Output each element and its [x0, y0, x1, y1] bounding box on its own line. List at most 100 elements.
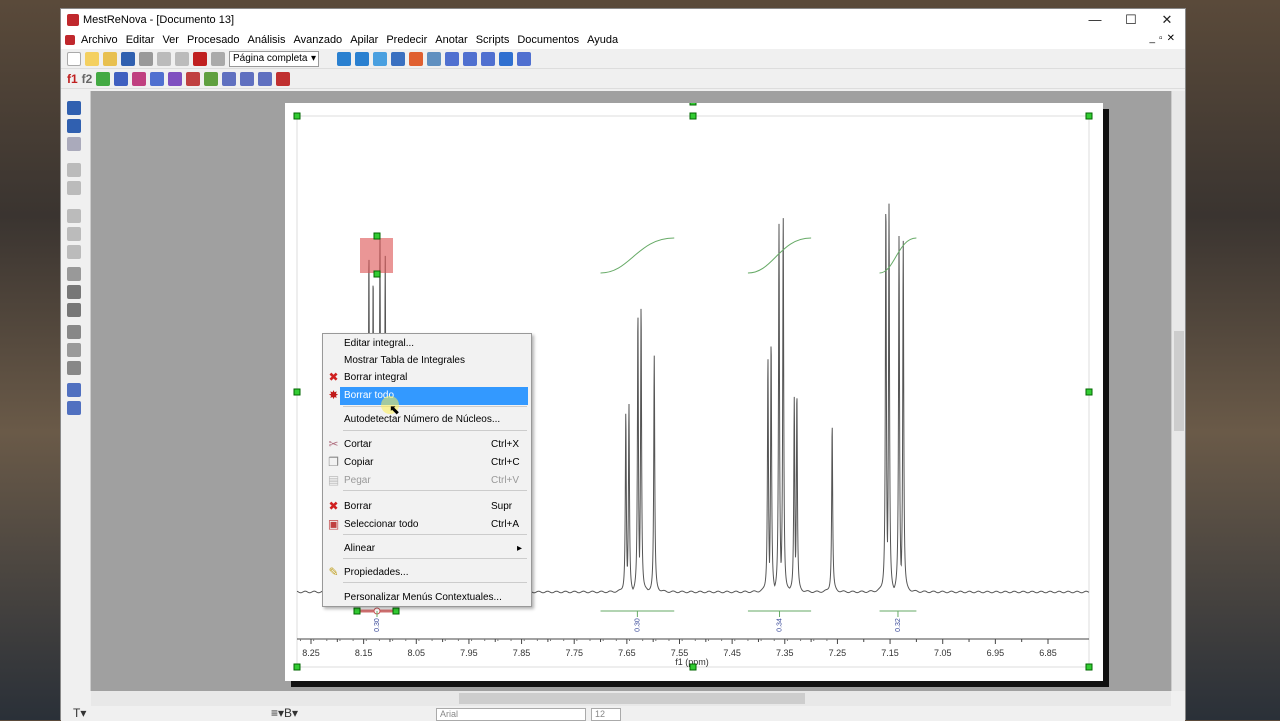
vertical-scrollbar[interactable]: [1171, 91, 1185, 691]
menu-item-personalizar-menús-contextuales[interactable]: Personalizar Menús Contextuales...: [323, 589, 531, 607]
integrate-icon[interactable]: [481, 51, 495, 66]
fit-icon[interactable]: [373, 51, 387, 66]
menu-anotar[interactable]: Anotar: [435, 34, 467, 46]
copy-icon[interactable]: [175, 51, 189, 66]
print-icon[interactable]: [139, 51, 153, 66]
menu-editar[interactable]: Editar: [126, 34, 155, 46]
menu-item-copiar[interactable]: ❐ Copiar Ctrl+C: [323, 454, 531, 472]
peak-pick-icon[interactable]: [463, 51, 477, 66]
menu-archivo[interactable]: Archivo: [81, 34, 118, 46]
menu-procesado[interactable]: Procesado: [187, 34, 240, 46]
magnifier-icon[interactable]: [409, 51, 423, 66]
table-icon[interactable]: [67, 383, 81, 397]
selection-handle: [1085, 112, 1093, 120]
frame-icon[interactable]: [67, 181, 81, 195]
phase-icon[interactable]: [114, 71, 129, 86]
text-tool-icon[interactable]: T▾: [73, 706, 86, 720]
vertical-scroll-thumb[interactable]: [1174, 331, 1184, 431]
menu-item-cortar[interactable]: ✂ Cortar Ctrl+X: [323, 436, 531, 454]
resize-handle: [392, 607, 400, 615]
zoom-in-icon[interactable]: [337, 51, 351, 66]
scissors-icon: ✂: [328, 437, 339, 451]
menu-item-editar-integral[interactable]: Editar integral...: [323, 335, 531, 353]
align-icon[interactable]: [67, 119, 81, 133]
undo-icon[interactable]: [193, 51, 207, 66]
font-size-select[interactable]: 12: [591, 708, 621, 721]
menu-item-borrar[interactable]: ✖ Borrar Supr: [323, 498, 531, 516]
menu-documentos[interactable]: Documentos: [517, 34, 579, 46]
menu-avanzado[interactable]: Avanzado: [293, 34, 342, 46]
open-icon[interactable]: [85, 51, 99, 66]
copy-icon: ❐: [328, 455, 339, 469]
zoom-select[interactable]: Página completa: [229, 50, 319, 67]
ft-icon[interactable]: [132, 71, 147, 86]
title-bar: MestReNova - [Documento 13] — ☐ ✕: [61, 9, 1185, 31]
menu-apilar[interactable]: Apilar: [350, 34, 378, 46]
baseline-icon[interactable]: [150, 71, 165, 86]
tms-icon[interactable]: [186, 71, 201, 86]
menu-item-borrar-todo[interactable]: ✸ Borrar todo: [323, 387, 531, 405]
peaks-icon[interactable]: [445, 51, 459, 66]
crop-icon[interactable]: [67, 163, 81, 177]
x-tick-label: 6.85: [1039, 648, 1057, 658]
crosshair-icon[interactable]: [499, 51, 513, 66]
horizontal-scroll-thumb[interactable]: [459, 693, 805, 704]
horizontal-scrollbar[interactable]: [91, 691, 1171, 706]
minimize-button[interactable]: —: [1077, 9, 1113, 31]
menu-separator: [343, 558, 527, 559]
menu-analisis[interactable]: Análisis: [248, 34, 286, 46]
multiplet-icon[interactable]: [517, 51, 531, 66]
menu-item-pegar[interactable]: ▤ Pegar Ctrl+V: [323, 472, 531, 490]
close-button[interactable]: ✕: [1149, 9, 1185, 31]
fid-icon[interactable]: [96, 71, 111, 86]
app-logo-icon: [67, 14, 79, 26]
settings-icon[interactable]: [67, 325, 81, 339]
menu-item-propiedades[interactable]: ✎ Propiedades...: [323, 564, 531, 582]
font-select[interactable]: Arial: [436, 708, 586, 721]
menu-predecir[interactable]: Predecir: [386, 34, 427, 46]
cut-icon[interactable]: [157, 51, 171, 66]
maximize-button[interactable]: ☐: [1113, 9, 1149, 31]
gsd-icon[interactable]: [276, 71, 291, 86]
brush-icon[interactable]: [67, 343, 81, 357]
atom-icon[interactable]: [67, 285, 81, 299]
folder-icon[interactable]: [103, 51, 117, 66]
f1-button[interactable]: f1: [67, 72, 78, 86]
redo-icon[interactable]: [211, 51, 225, 66]
f2-button[interactable]: f2: [82, 72, 93, 86]
grid-icon[interactable]: [67, 137, 81, 151]
menu-item-alinear[interactable]: Alinear ▸: [323, 540, 531, 558]
pan-icon[interactable]: [391, 51, 405, 66]
selection-handle: [689, 103, 697, 106]
multiplet-analysis-icon[interactable]: [222, 71, 237, 86]
bold-icon[interactable]: ≡▾B▾: [271, 706, 298, 720]
draw-icon[interactable]: [67, 209, 81, 223]
zoom-window-icon[interactable]: [427, 51, 441, 66]
pencil-icon[interactable]: [67, 227, 81, 241]
menu-item-shortcut: Supr: [491, 501, 513, 512]
resize-handle: [373, 270, 381, 278]
layout-icon[interactable]: [67, 101, 81, 115]
menu-ayuda[interactable]: Ayuda: [587, 34, 618, 46]
save-icon[interactable]: [121, 51, 135, 66]
x-tick-label: 7.15: [881, 648, 899, 658]
integral-icon[interactable]: [204, 71, 219, 86]
zoom-out-icon[interactable]: [355, 51, 369, 66]
text-icon[interactable]: [67, 245, 81, 259]
menu-ver[interactable]: Ver: [162, 34, 179, 46]
molecule-icon[interactable]: [67, 267, 81, 281]
menu-item-seleccionar-todo[interactable]: ▣ Seleccionar todo Ctrl+A: [323, 516, 531, 534]
menu-item-autodetectar-número-de-núcleos[interactable]: Autodetectar Número de Núcleos...: [323, 411, 531, 429]
apodization-icon[interactable]: [168, 71, 183, 86]
menu-item-label: Propiedades...: [344, 567, 409, 578]
list-icon[interactable]: [67, 401, 81, 415]
new-icon[interactable]: [67, 51, 81, 66]
menu-scripts[interactable]: Scripts: [476, 34, 510, 46]
star-icon[interactable]: [67, 361, 81, 375]
divide-icon[interactable]: [67, 303, 81, 317]
mdi-window-controls[interactable]: _▫✕: [1150, 33, 1180, 44]
peak-picking-icon[interactable]: [240, 71, 255, 86]
menu-item-borrar-integral[interactable]: ✖ Borrar integral: [323, 369, 531, 387]
deconvolution-icon[interactable]: [258, 71, 273, 86]
menu-item-mostrar-tabla-de-integrales[interactable]: Mostrar Tabla de Integrales: [323, 352, 531, 370]
